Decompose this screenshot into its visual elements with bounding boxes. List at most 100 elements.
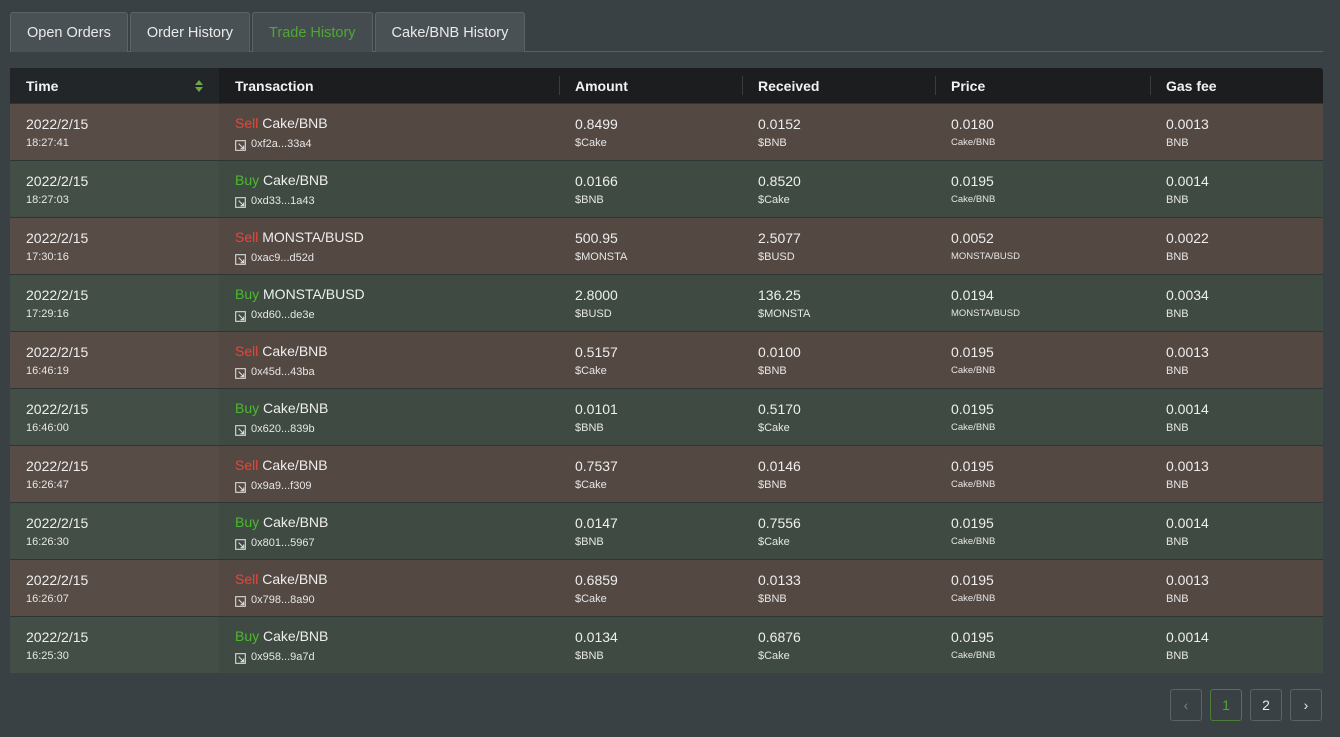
table-row: 2022/2/15 16:26:30 Buy Cake/BNB 0x801...596… (10, 502, 1323, 559)
time-cell: 2022/2/15 17:29:16 (10, 275, 219, 331)
transaction-hash[interactable]: 0xf2a...33a4 (251, 136, 312, 152)
table-row: 2022/2/15 16:46:00 Buy Cake/BNB 0x620...839… (10, 388, 1323, 445)
amount-value: 0.6859 (575, 571, 618, 588)
transaction-hash[interactable]: 0x45d...43ba (251, 364, 315, 380)
transaction-link[interactable]: 0xd60...de3e (235, 306, 559, 323)
amount-cell: 0.0134 $BNB (559, 617, 742, 673)
price-cell: 0.0195 Cake/BNB (935, 617, 1150, 673)
table-row: 2022/2/15 17:30:16 Sell MONSTA/BUSD 0xac9..… (10, 217, 1323, 274)
external-link-icon[interactable] (235, 252, 246, 265)
trade-side-label: Sell (235, 342, 259, 359)
tab-order-history[interactable]: Order History (129, 12, 251, 52)
received-cell: 0.8520 $Cake (742, 161, 935, 217)
amount-value: 0.0101 (575, 400, 618, 417)
amount-unit: $BNB (575, 535, 604, 548)
next-page-button[interactable]: › (1290, 689, 1322, 721)
time-cell: 2022/2/15 16:26:30 (10, 503, 219, 559)
transaction-link[interactable]: 0xf2a...33a4 (235, 135, 559, 152)
price-unit: Cake/BNB (951, 478, 996, 490)
sort-icon[interactable] (195, 79, 203, 92)
transaction-hash[interactable]: 0x958...9a7d (251, 649, 315, 665)
transaction-title: Sell Cake/BNB (235, 569, 559, 589)
tab-cake-bnb-history[interactable]: Cake/BNB History (374, 12, 526, 52)
table-row: 2022/2/15 16:26:47 Sell Cake/BNB 0x9a9...f3… (10, 445, 1323, 502)
received-unit: $Cake (758, 535, 790, 548)
amount-cell: 500.95 $MONSTA (559, 218, 742, 274)
transaction-hash[interactable]: 0x801...5967 (251, 535, 315, 551)
transaction-title: Buy Cake/BNB (235, 626, 559, 646)
transaction-hash[interactable]: 0x9a9...f309 (251, 478, 312, 494)
price-unit: Cake/BNB (951, 364, 996, 376)
gas-fee-value: 0.0013 (1166, 343, 1209, 360)
external-link-icon[interactable] (235, 309, 246, 322)
amount-unit: $BNB (575, 421, 604, 434)
time-cell: 2022/2/15 16:26:47 (10, 446, 219, 502)
received-cell: 136.25 $MONSTA (742, 275, 935, 331)
transaction-title: Sell Cake/BNB (235, 113, 559, 133)
amount-unit: $BUSD (575, 307, 612, 320)
transaction-link[interactable]: 0xd33...1a43 (235, 192, 559, 209)
external-link-icon[interactable] (235, 651, 246, 664)
transaction-cell: Buy Cake/BNB 0x958...9a7d (219, 617, 559, 673)
external-link-icon[interactable] (235, 366, 246, 379)
gas-fee-cell: 0.0022 BNB (1150, 218, 1323, 274)
external-link-icon[interactable] (235, 138, 246, 151)
price-value: 0.0052 (951, 229, 994, 246)
table-row: 2022/2/15 18:27:41 Sell Cake/BNB 0xf2a...33… (10, 103, 1323, 160)
price-cell: 0.0180 Cake/BNB (935, 104, 1150, 160)
tab-open-orders[interactable]: Open Orders (10, 12, 128, 52)
transaction-title: Buy Cake/BNB (235, 398, 559, 418)
price-unit: MONSTA/BUSD (951, 307, 1020, 319)
received-unit: $MONSTA (758, 307, 811, 320)
price-unit: Cake/BNB (951, 649, 996, 661)
transaction-hash[interactable]: 0x620...839b (251, 421, 315, 437)
received-cell: 0.7556 $Cake (742, 503, 935, 559)
transaction-link[interactable]: 0x620...839b (235, 420, 559, 437)
external-link-icon[interactable] (235, 480, 246, 493)
external-link-icon[interactable] (235, 594, 246, 607)
amount-unit: $Cake (575, 478, 607, 491)
page-2-button[interactable]: 2 (1250, 689, 1282, 721)
received-unit: $BUSD (758, 250, 795, 263)
column-header-time[interactable]: Time (10, 68, 219, 103)
pagination: ‹ 1 2 › (1170, 689, 1322, 721)
amount-value: 0.5157 (575, 343, 618, 360)
trade-side-label: Sell (235, 228, 259, 245)
transaction-hash[interactable]: 0x798...8a90 (251, 592, 315, 608)
trade-side-label: Sell (235, 114, 259, 131)
transaction-hash[interactable]: 0xd33...1a43 (251, 193, 315, 209)
amount-unit: $Cake (575, 364, 607, 377)
transaction-link[interactable]: 0xac9...d52d (235, 249, 559, 266)
transaction-hash[interactable]: 0xac9...d52d (251, 250, 314, 266)
transaction-link[interactable]: 0x958...9a7d (235, 648, 559, 665)
price-cell: 0.0195 Cake/BNB (935, 389, 1150, 445)
transaction-title: Buy Cake/BNB (235, 170, 559, 190)
trade-time: 16:25:30 (26, 649, 69, 662)
previous-page-button[interactable]: ‹ (1170, 689, 1202, 721)
page-1-button[interactable]: 1 (1210, 689, 1242, 721)
trade-date: 2022/2/15 (26, 571, 89, 588)
price-value: 0.0194 (951, 286, 994, 303)
transaction-hash[interactable]: 0xd60...de3e (251, 307, 315, 323)
gas-fee-unit: BNB (1166, 136, 1189, 149)
transaction-link[interactable]: 0x801...5967 (235, 534, 559, 551)
gas-fee-cell: 0.0014 BNB (1150, 503, 1323, 559)
gas-fee-cell: 0.0014 BNB (1150, 389, 1323, 445)
received-value: 0.6876 (758, 628, 801, 645)
received-value: 0.0100 (758, 343, 801, 360)
received-cell: 0.0100 $BNB (742, 332, 935, 388)
tab-trade-history[interactable]: Trade History (252, 12, 373, 52)
time-cell: 2022/2/15 16:46:00 (10, 389, 219, 445)
price-value: 0.0195 (951, 514, 994, 531)
external-link-icon[interactable] (235, 423, 246, 436)
external-link-icon[interactable] (235, 195, 246, 208)
transaction-cell: Buy MONSTA/BUSD 0xd60...de3e (219, 275, 559, 331)
received-unit: $BNB (758, 478, 787, 491)
transaction-link[interactable]: 0x798...8a90 (235, 591, 559, 608)
trade-side-label: Sell (235, 456, 259, 473)
external-link-icon[interactable] (235, 537, 246, 550)
time-cell: 2022/2/15 16:25:30 (10, 617, 219, 673)
transaction-link[interactable]: 0x9a9...f309 (235, 477, 559, 494)
amount-unit: $Cake (575, 136, 607, 149)
transaction-link[interactable]: 0x45d...43ba (235, 363, 559, 380)
